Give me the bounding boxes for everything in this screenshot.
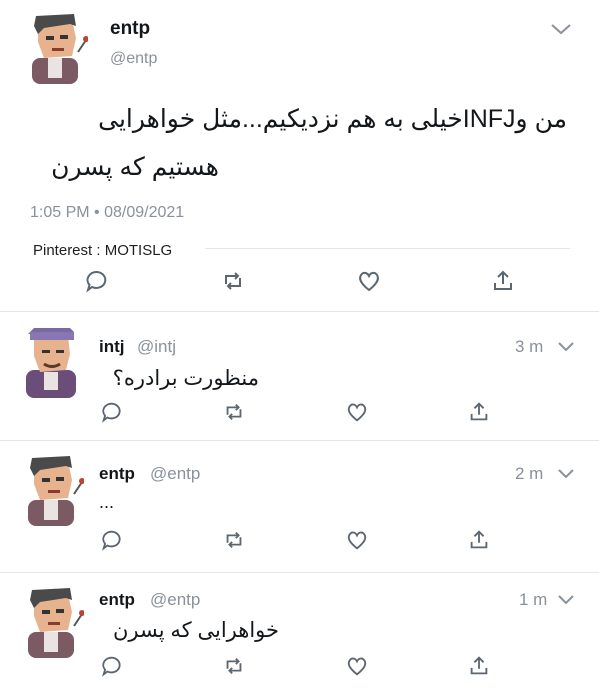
avatar-entp[interactable]	[20, 586, 85, 658]
reply-icon[interactable]	[100, 528, 126, 554]
reply-icon[interactable]	[84, 268, 110, 294]
share-icon[interactable]	[490, 268, 516, 294]
time-ago[interactable]: 2 m	[515, 464, 543, 484]
tweet-text-line2: هستیم که پسرن	[51, 153, 219, 181]
reply-icon[interactable]	[100, 400, 126, 426]
display-name[interactable]: entp	[99, 464, 135, 484]
share-icon[interactable]	[467, 400, 493, 426]
like-icon[interactable]	[345, 654, 371, 680]
avatar-entp[interactable]	[20, 454, 85, 526]
avatar-intj[interactable]	[20, 326, 84, 398]
share-icon[interactable]	[467, 528, 493, 554]
time-ago[interactable]: 3 m	[515, 337, 543, 357]
chevron-down-icon[interactable]	[557, 340, 575, 358]
retweet-icon[interactable]	[222, 400, 248, 426]
divider	[0, 572, 599, 573]
display-name[interactable]: intj	[99, 337, 125, 357]
time-ago[interactable]: 1 m	[519, 590, 547, 610]
like-icon[interactable]	[345, 400, 371, 426]
handle[interactable]: @entp	[150, 590, 200, 610]
handle[interactable]: @intj	[137, 337, 176, 357]
reply-text: ...	[99, 492, 115, 512]
retweet-icon[interactable]	[220, 268, 246, 294]
chevron-down-icon[interactable]	[557, 467, 575, 485]
like-icon[interactable]	[356, 268, 382, 294]
display-name[interactable]: entp	[110, 18, 150, 40]
handle[interactable]: @entp	[150, 464, 200, 484]
watermark: Pinterest : MOTISLG	[33, 242, 173, 259]
retweet-icon[interactable]	[222, 654, 248, 680]
handle[interactable]: @entp	[110, 50, 157, 68]
reply-text: خواهرایی که پسرن	[112, 619, 279, 642]
display-name[interactable]: entp	[99, 590, 135, 610]
like-icon[interactable]	[345, 528, 371, 554]
share-icon[interactable]	[467, 654, 493, 680]
divider	[0, 311, 599, 312]
tweet-text-line1: من وINFJخیلی به هم نزدیکیم...مثل خواهرای…	[98, 105, 567, 133]
chevron-down-icon[interactable]	[557, 593, 575, 611]
divider	[0, 440, 599, 441]
retweet-icon[interactable]	[222, 528, 248, 554]
reply-text: منظورت برادره؟	[112, 367, 259, 390]
avatar-entp[interactable]	[24, 12, 89, 84]
timestamp[interactable]: 1:05 PM • 08/09/2021	[30, 204, 184, 222]
reply-icon[interactable]	[100, 654, 126, 680]
watermark-rule	[205, 248, 570, 249]
chevron-down-icon[interactable]	[550, 22, 572, 41]
